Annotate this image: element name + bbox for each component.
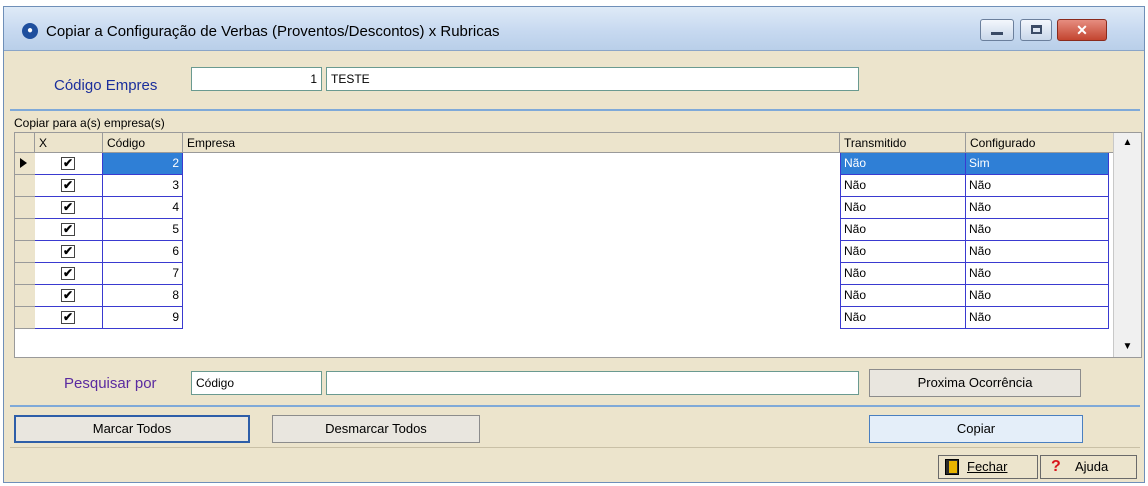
row-checkbox[interactable]: ✔ xyxy=(61,311,75,324)
cell-transmitido: Não xyxy=(840,307,966,329)
row-indicator xyxy=(15,219,35,241)
cell-transmitido: Não xyxy=(840,285,966,307)
maximize-icon xyxy=(1031,25,1042,34)
table-row[interactable]: ✔ 2 Não Sim xyxy=(15,153,1113,175)
cell-empresa xyxy=(183,197,840,219)
close-button-label: Fechar xyxy=(967,459,1008,474)
empresa-codigo-label: Código Empres xyxy=(54,77,158,94)
row-indicator xyxy=(15,307,35,329)
cell-empresa xyxy=(183,263,840,285)
divider-bottom xyxy=(10,405,1140,407)
cell-configurado: Não xyxy=(966,285,1109,307)
cell-empresa xyxy=(183,175,840,197)
grid-caption: Copiar para a(s) empresa(s) xyxy=(14,116,165,130)
cell-codigo: 5 xyxy=(103,219,183,241)
row-checkbox[interactable]: ✔ xyxy=(61,289,75,302)
cell-transmitido: Não xyxy=(840,241,966,263)
table-row[interactable]: ✔ 5 Não Não xyxy=(15,219,1113,241)
table-row[interactable]: ✔ 7 Não Não xyxy=(15,263,1113,285)
cell-codigo: 3 xyxy=(103,175,183,197)
cell-codigo: 9 xyxy=(103,307,183,329)
header-empresa[interactable]: Empresa xyxy=(183,133,840,153)
row-checkbox[interactable]: ✔ xyxy=(61,201,75,214)
cell-transmitido: Não xyxy=(840,175,966,197)
scroll-down-arrow-icon[interactable]: ▼ xyxy=(1114,337,1141,357)
cell-configurado: Não xyxy=(966,307,1109,329)
cell-empresa xyxy=(183,241,840,263)
minimize-button[interactable] xyxy=(980,19,1014,41)
scroll-up-arrow-icon[interactable]: ▲ xyxy=(1114,133,1141,153)
cell-codigo: 6 xyxy=(103,241,183,263)
current-row-arrow-icon xyxy=(20,158,27,168)
cell-transmitido: Não xyxy=(840,263,966,285)
help-button-label: Ajuda xyxy=(1075,459,1109,474)
minimize-icon xyxy=(991,32,1003,35)
row-checkbox[interactable]: ✔ xyxy=(61,245,75,258)
grid-header: X Código Empresa Transmitido Configurado xyxy=(15,133,1113,153)
row-indicator xyxy=(15,263,35,285)
cell-configurado: Não xyxy=(966,219,1109,241)
header-configurado[interactable]: Configurado xyxy=(966,133,1113,153)
empresa-codigo-field[interactable]: 1 xyxy=(191,67,322,91)
cell-empresa xyxy=(183,153,840,175)
copy-button[interactable]: Copiar xyxy=(869,415,1083,443)
mark-all-button[interactable]: Marcar Todos xyxy=(14,415,250,443)
header-codigo[interactable]: Código xyxy=(103,133,183,153)
table-row[interactable]: ✔ 3 Não Não xyxy=(15,175,1113,197)
cell-configurado: Não xyxy=(966,175,1109,197)
empresas-grid[interactable]: X Código Empresa Transmitido Configurado… xyxy=(14,132,1142,358)
window-title: Copiar a Configuração de Verbas (Provent… xyxy=(46,23,500,40)
cell-configurado: Não xyxy=(966,197,1109,219)
search-field-select[interactable]: Código xyxy=(191,371,322,395)
cell-transmitido: Não xyxy=(840,153,966,175)
help-question-icon: ? xyxy=(1051,458,1061,475)
cell-configurado: Não xyxy=(966,241,1109,263)
cell-codigo: 4 xyxy=(103,197,183,219)
cell-transmitido: Não xyxy=(840,197,966,219)
close-window-button[interactable]: ✕ xyxy=(1057,19,1107,41)
divider-footer xyxy=(10,447,1140,448)
close-button[interactable]: Fechar xyxy=(938,455,1038,479)
cell-configurado: Sim xyxy=(966,153,1109,175)
close-icon: ✕ xyxy=(1076,22,1088,38)
cell-codigo: 7 xyxy=(103,263,183,285)
maximize-button[interactable] xyxy=(1020,19,1052,41)
grid-scrollbar[interactable]: ▲ ▼ xyxy=(1113,133,1141,357)
table-row[interactable]: ✔ 8 Não Não xyxy=(15,285,1113,307)
row-indicator xyxy=(15,153,35,175)
row-checkbox[interactable]: ✔ xyxy=(61,223,75,236)
cell-configurado: Não xyxy=(966,263,1109,285)
unmark-all-button[interactable]: Desmarcar Todos xyxy=(272,415,480,443)
exit-door-icon xyxy=(945,459,959,475)
table-row[interactable]: ✔ 6 Não Não xyxy=(15,241,1113,263)
cell-empresa xyxy=(183,219,840,241)
divider-top xyxy=(10,109,1140,111)
row-checkbox[interactable]: ✔ xyxy=(61,267,75,280)
search-label: Pesquisar por xyxy=(64,375,157,392)
row-indicator xyxy=(15,285,35,307)
header-transmitido[interactable]: Transmitido xyxy=(840,133,966,153)
header-indicator xyxy=(15,133,35,153)
help-button[interactable]: ? Ajuda xyxy=(1040,455,1137,479)
header-x[interactable]: X xyxy=(35,133,103,153)
row-checkbox[interactable]: ✔ xyxy=(61,179,75,192)
row-indicator xyxy=(15,241,35,263)
cell-transmitido: Não xyxy=(840,219,966,241)
row-checkbox[interactable]: ✔ xyxy=(61,157,75,170)
table-row[interactable]: ✔ 9 Não Não xyxy=(15,307,1113,329)
next-occurrence-button[interactable]: Proxima Ocorrência xyxy=(869,369,1081,397)
cell-codigo: 8 xyxy=(103,285,183,307)
cell-codigo: 2 xyxy=(103,153,183,175)
app-globe-icon: ● xyxy=(22,23,38,39)
cell-empresa xyxy=(183,285,840,307)
row-indicator xyxy=(15,197,35,219)
dialog-window: ● Copiar a Configuração de Verbas (Prove… xyxy=(3,6,1145,483)
row-indicator xyxy=(15,175,35,197)
search-input[interactable] xyxy=(326,371,859,395)
title-bar: ● Copiar a Configuração de Verbas (Prove… xyxy=(4,7,1144,51)
empresa-nome-field[interactable]: TESTE xyxy=(326,67,859,91)
cell-empresa xyxy=(183,307,840,329)
table-row[interactable]: ✔ 4 Não Não xyxy=(15,197,1113,219)
